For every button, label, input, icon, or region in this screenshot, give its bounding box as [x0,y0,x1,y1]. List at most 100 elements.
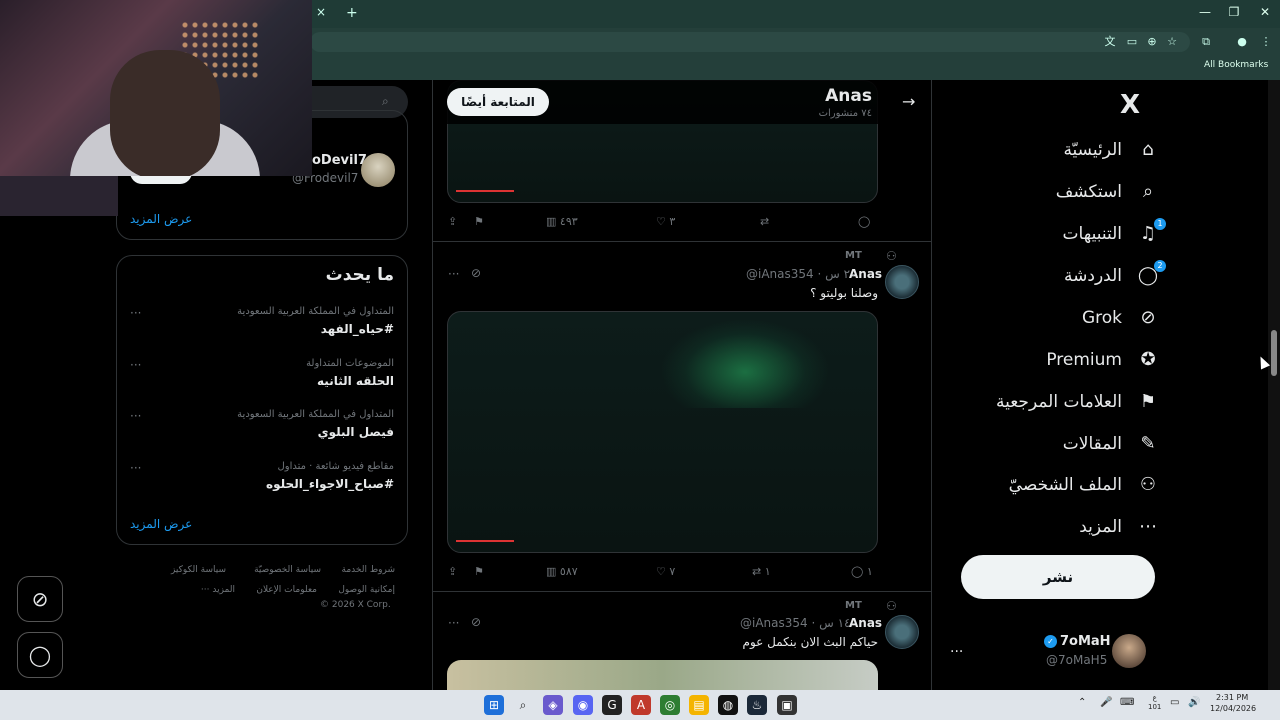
x-logo-icon[interactable]: X [1120,90,1140,120]
show-more-link[interactable]: عرض المزيد [130,517,192,531]
network-icon[interactable]: ▭ [1170,697,1179,708]
retweet-icon[interactable]: ⇄ [760,215,769,228]
search-icon[interactable]: ⌕ [513,695,533,715]
avatar[interactable] [885,265,919,299]
grok-icon[interactable]: ⊘ [471,615,481,629]
nav-more[interactable]: ⋯ المزيد [1079,509,1160,545]
nav-label: التنبيهات [1062,224,1122,244]
microphone-icon[interactable]: 🎤 [1100,697,1112,708]
views-count[interactable]: ▥ ٤٩٣ [546,215,578,228]
address-bar[interactable] [310,32,1190,52]
keyboard-icon[interactable]: ⌨ [1120,697,1134,708]
more-icon[interactable]: ··· [130,358,141,372]
views-icon: ▥ [546,215,557,228]
a-app-icon[interactable]: A [631,695,651,715]
account-name[interactable]: 7oMaH [1060,634,1111,649]
chevron-up-icon[interactable]: ⌃ [1078,697,1086,708]
messages-float-button[interactable]: ◯ [17,632,63,678]
bookmark-icon[interactable]: ⚑ [474,565,484,578]
trend-meta: مقاطع فيديو شائعة · متداول [277,461,394,472]
tab-close-button[interactable]: × [316,5,346,23]
nav-bookmarks[interactable]: ⚑ العلامات المرجعية [996,384,1160,420]
close-window-button[interactable]: ✕ [1250,5,1280,23]
keyboard-language[interactable]: ع 101 [1148,694,1161,712]
new-tab-button[interactable]: + [346,5,362,23]
trend-name[interactable]: #حياه_الفهد [321,322,394,336]
copilot-icon[interactable]: ◈ [543,695,563,715]
views-value: ٤٩٣ [559,215,578,228]
post-button[interactable]: نشر [961,555,1155,599]
footer-link[interactable]: شروط الخدمة [342,565,395,575]
nav-profile[interactable]: ⚇ الملف الشخصيّ [1009,467,1160,503]
like-button[interactable]: ♡ ٣ [656,215,675,228]
retweets-value: ١ [764,565,771,578]
maximize-button[interactable]: ❐ [1219,5,1249,23]
views-count[interactable]: ▥ ٥٨٧ [546,565,578,578]
grok-float-button[interactable]: ⊘ [17,576,63,622]
reply-icon[interactable]: ◯ [858,215,870,228]
more-icon[interactable]: ··· [130,461,141,475]
trend-meta: المتداول في المملكة العربية السعودية [237,306,394,317]
nav-chat[interactable]: ◯ 2 الدردشة [1064,258,1166,294]
all-bookmarks-link[interactable]: All Bookmarks [1204,60,1268,70]
g-app-icon[interactable]: G [602,695,622,715]
extensions-icon[interactable]: ⧉ [1198,34,1214,50]
volume-icon[interactable]: 🔊 [1188,697,1200,708]
menu-icon[interactable]: ⋮ [1258,34,1274,50]
retweet-label[interactable]: MT [845,600,862,611]
windows-start-icon[interactable]: ⊞ [484,695,504,715]
obs-icon[interactable]: ◍ [718,695,738,715]
author-name[interactable]: Anas [849,616,882,630]
clock-date[interactable]: 12/04/2026 [1210,704,1256,713]
file-explorer-icon[interactable]: ▤ [689,695,709,715]
footer-link[interactable]: سياسة الخصوصيّة [254,565,321,575]
nav-explore[interactable]: ⌕ استكشف [1056,174,1160,210]
reply-button[interactable]: ◯ ١ [851,565,873,578]
translate-icon[interactable]: 文 [1102,34,1118,50]
account-menu-button[interactable]: ... [950,640,963,656]
minimize-button[interactable]: — [1190,5,1220,23]
nav-notifications[interactable]: ♫ 1 التنبيهات [1062,216,1166,252]
trend-name[interactable]: الحلقه الثانيه [317,374,394,388]
more-icon[interactable]: ··· [130,409,141,423]
nav-grok[interactable]: ⊘ Grok [1082,300,1160,336]
avatar[interactable] [885,615,919,649]
discord-icon[interactable]: ◉ [573,695,593,715]
steam-icon[interactable]: ♨ [747,695,767,715]
more-icon[interactable]: ··· [448,616,459,630]
grok-icon[interactable]: ⊘ [471,266,481,280]
zoom-icon[interactable]: ⊕ [1144,34,1160,50]
more-icon[interactable]: ··· [130,306,141,320]
cast-icon[interactable]: ▭ [1124,34,1140,50]
trend-name[interactable]: #صباح_الاجواء_الحلوه [266,477,394,491]
footer-link[interactable]: سياسة الكوكيز [171,565,226,575]
show-more-link[interactable]: عرض المزيد [130,212,192,226]
share-icon[interactable]: ⇪ [448,565,457,578]
like-button[interactable]: ♡ ٧ [656,565,675,578]
retweet-button[interactable]: ⇄ ١ [752,565,771,578]
footer-link[interactable]: إمكانية الوصول [338,585,395,595]
back-arrow-icon[interactable]: → [902,92,915,111]
clock-time[interactable]: 2:31 PM [1216,693,1248,702]
nav-home[interactable]: ⌂ الرئيسيّة [1063,132,1160,168]
profile-avatar-icon[interactable]: ● [1234,34,1250,50]
share-icon[interactable]: ⇪ [448,215,457,228]
suggested-user-name[interactable]: oDevil7 [312,153,367,168]
chrome-icon[interactable]: ◎ [660,695,680,715]
more-icon[interactable]: ··· [448,267,459,281]
trend-name[interactable]: فيصل البلوي [318,425,394,439]
nav-articles[interactable]: ✎ المقالات [1063,426,1160,462]
tweet-media[interactable] [447,660,878,690]
nav-premium[interactable]: ✪ Premium [1046,342,1160,378]
scrollbar[interactable] [1268,80,1280,690]
star-icon[interactable]: ☆ [1164,34,1180,50]
follow-back-button[interactable]: المتابعة أيضًا [447,88,549,116]
bookmark-icon: ⚑ [1139,391,1157,412]
footer-link[interactable]: المزيد ··· [201,585,235,595]
scrollbar-thumb[interactable] [1271,330,1277,376]
bookmark-icon[interactable]: ⚑ [474,215,484,228]
footer-link[interactable]: معلومات الإعلان [256,585,317,595]
avatar[interactable] [1112,634,1146,668]
capcut-icon[interactable]: ▣ [777,695,797,715]
retweet-label[interactable]: MT [845,250,862,261]
